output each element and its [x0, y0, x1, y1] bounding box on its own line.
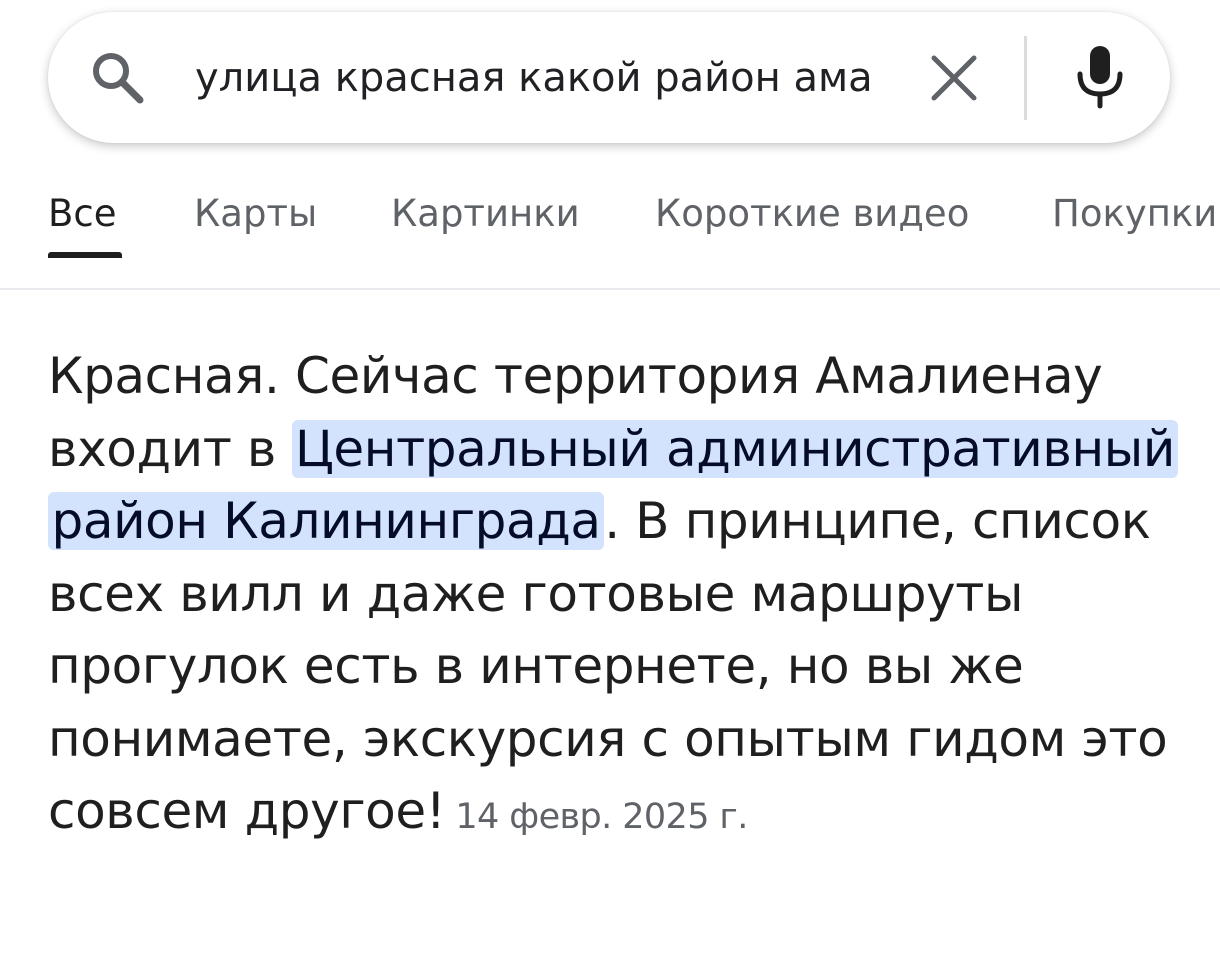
tab-short-videos[interactable]: Короткие видео	[655, 192, 969, 235]
tab-maps[interactable]: Карты	[194, 192, 317, 235]
close-icon[interactable]	[926, 50, 982, 106]
featured-snippet: Красная. Сейчас территория Амалиенау вхо…	[48, 340, 1198, 854]
search-tabs: Все Карты Картинки Короткие видео Покупк…	[0, 180, 1220, 260]
search-input[interactable]	[195, 46, 881, 110]
search-results-page: Все Карты Картинки Короткие видео Покупк…	[0, 0, 1220, 969]
tab-shopping[interactable]: Покупки	[1052, 192, 1217, 235]
snippet-date: 14 февр. 2025 г.	[455, 797, 748, 837]
active-tab-indicator	[48, 252, 122, 258]
tab-images[interactable]: Картинки	[391, 192, 580, 235]
search-bar-divider	[1024, 36, 1027, 120]
tab-all[interactable]: Все	[48, 192, 117, 235]
microphone-icon[interactable]	[1072, 44, 1128, 110]
search-icon[interactable]	[88, 48, 148, 108]
tabs-divider	[0, 288, 1220, 290]
